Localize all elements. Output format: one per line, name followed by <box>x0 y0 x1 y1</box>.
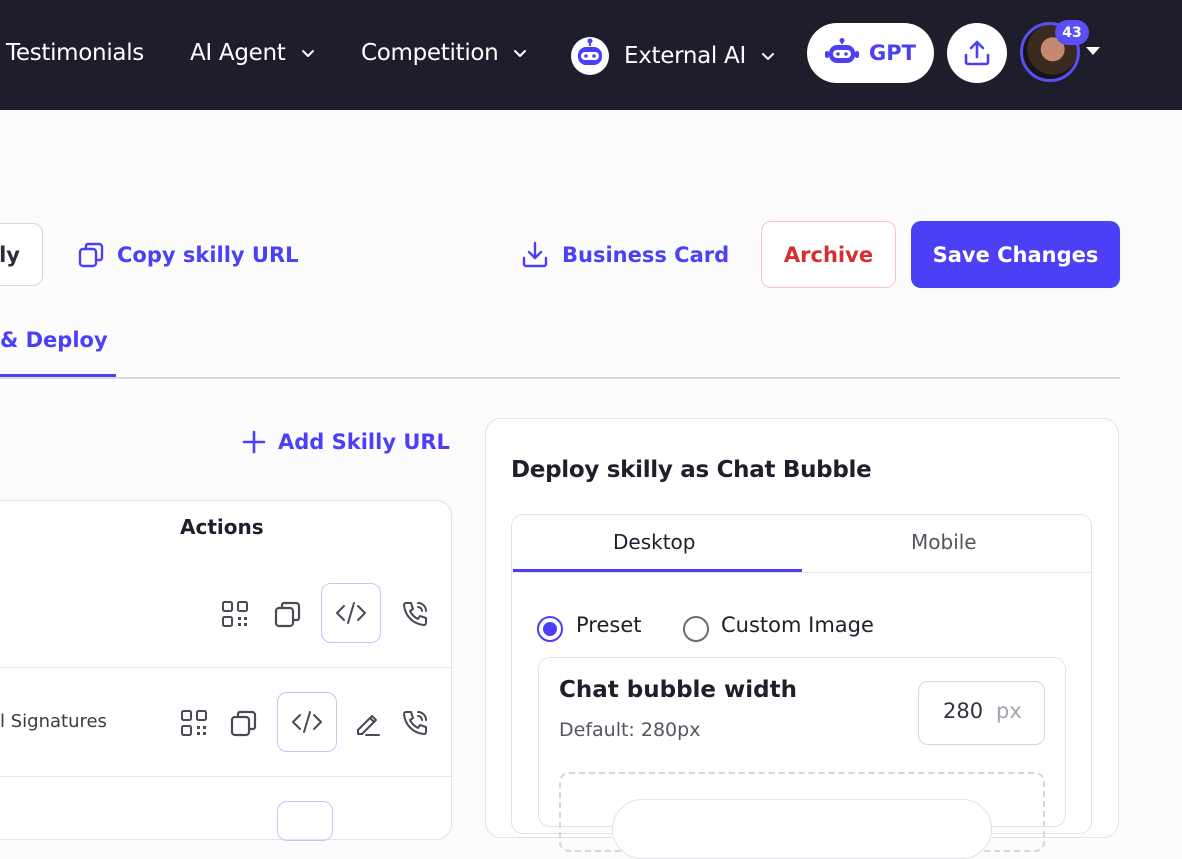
nav-ai-agent-label: AI Agent <box>190 40 286 66</box>
copy-icon[interactable] <box>271 597 305 631</box>
device-tab-active-indicator <box>513 569 802 572</box>
gpt-button[interactable]: GPT <box>807 23 934 83</box>
nav-external-ai[interactable]: External AI <box>570 36 776 76</box>
upload-button[interactable] <box>947 23 1007 83</box>
embed-code-button[interactable] <box>277 801 333 841</box>
chevron-down-icon <box>761 53 774 60</box>
robot-icon <box>571 37 609 75</box>
edit-icon[interactable] <box>350 706 384 740</box>
gpt-label: GPT <box>869 41 916 65</box>
width-input-value: 280 <box>943 699 984 723</box>
download-icon <box>522 241 548 268</box>
chevron-down-icon <box>514 50 527 57</box>
width-title: Chat bubble width <box>559 677 797 703</box>
radio-preset-label: Preset <box>576 613 642 637</box>
robot-icon <box>825 38 860 63</box>
row-divider <box>0 776 451 777</box>
qr-code-icon[interactable] <box>218 597 252 631</box>
caret-down-icon[interactable] <box>1086 47 1100 55</box>
partial-button[interactable]: ly <box>0 223 43 286</box>
bubble-preview-pill <box>612 799 992 859</box>
deploy-title: Deploy skilly as Chat Bubble <box>511 457 872 483</box>
tab-share-deploy[interactable]: & Deploy <box>0 328 108 352</box>
actions-column-header: Actions <box>180 515 264 539</box>
nav-testimonials[interactable]: Testimonials <box>6 36 144 70</box>
notification-badge: 43 <box>1055 20 1089 45</box>
radio-custom-image[interactable] <box>683 616 709 642</box>
copy-icon <box>78 242 104 268</box>
qr-code-icon[interactable] <box>177 706 211 740</box>
urls-table <box>0 500 452 840</box>
nav-competition[interactable]: Competition <box>361 36 528 70</box>
plus-icon <box>242 430 266 454</box>
nav-competition-label: Competition <box>361 40 499 66</box>
add-skilly-url-label: Add Skilly URL <box>278 430 450 454</box>
width-default: Default: 280px <box>559 719 701 741</box>
embed-code-button[interactable] <box>277 692 337 752</box>
tab-mobile[interactable]: Mobile <box>911 530 977 554</box>
embed-code-button[interactable] <box>321 583 381 643</box>
nav-external-ai-label: External AI <box>624 43 746 69</box>
url-row-label: l Signatures <box>0 711 107 732</box>
business-card-label: Business Card <box>562 243 730 267</box>
code-icon <box>292 711 322 733</box>
save-changes-button[interactable]: Save Changes <box>911 221 1120 288</box>
radio-preset[interactable] <box>537 616 563 642</box>
copy-url-button[interactable]: Copy skilly URL <box>77 238 299 272</box>
code-icon <box>336 602 366 624</box>
copy-icon[interactable] <box>227 706 261 740</box>
width-input-unit: px <box>996 699 1022 723</box>
copy-url-label: Copy skilly URL <box>117 243 299 267</box>
chevron-down-icon <box>301 50 314 57</box>
nav-testimonials-label: Testimonials <box>6 40 144 66</box>
business-card-button[interactable]: Business Card <box>520 238 729 272</box>
partial-button-label: ly <box>0 242 20 267</box>
upload-icon <box>964 40 990 66</box>
device-tab-divider <box>513 572 1091 573</box>
save-changes-label: Save Changes <box>932 242 1099 267</box>
tab-divider <box>0 377 1120 379</box>
add-skilly-url-button[interactable]: Add Skilly URL <box>242 430 450 454</box>
nav-ai-agent[interactable]: AI Agent <box>190 36 316 70</box>
phone-icon[interactable] <box>398 597 432 631</box>
phone-icon[interactable] <box>398 706 432 740</box>
archive-label: Archive <box>783 242 874 267</box>
tab-desktop[interactable]: Desktop <box>613 530 695 554</box>
archive-button[interactable]: Archive <box>761 221 896 288</box>
radio-custom-image-label: Custom Image <box>721 613 874 637</box>
row-divider <box>0 667 451 668</box>
